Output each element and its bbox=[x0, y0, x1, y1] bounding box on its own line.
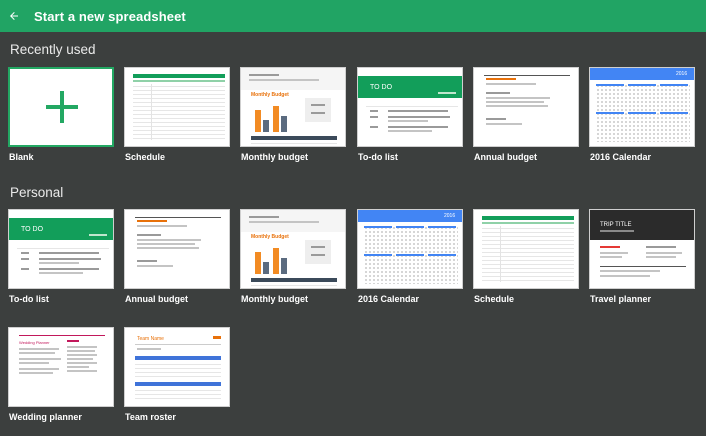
template-label: Travel planner bbox=[590, 294, 652, 304]
template-label: Wedding planner bbox=[9, 412, 82, 422]
template-schedule[interactable] bbox=[473, 209, 579, 289]
template-label: To-do list bbox=[9, 294, 49, 304]
template-label: To-do list bbox=[358, 152, 398, 162]
template-label: Monthly budget bbox=[241, 294, 308, 304]
template-2016-calendar[interactable]: 2016 bbox=[357, 209, 463, 289]
template-label: Monthly budget bbox=[241, 152, 308, 162]
template-team-roster[interactable]: Team Name bbox=[124, 327, 230, 407]
template-travel-planner[interactable]: TRIP TITLE bbox=[589, 209, 695, 289]
section-title-recent: Recently used bbox=[10, 42, 96, 57]
template-label: Blank bbox=[9, 152, 34, 162]
schedule-header-bar bbox=[133, 74, 225, 78]
back-button[interactable] bbox=[0, 0, 28, 32]
template-todo-list[interactable]: TO DO bbox=[357, 67, 463, 147]
page-title: Start a new spreadsheet bbox=[34, 8, 186, 24]
template-annual-budget[interactable] bbox=[124, 209, 230, 289]
section-title-personal: Personal bbox=[10, 185, 64, 200]
template-monthly-budget[interactable]: Monthly Budget bbox=[240, 209, 346, 289]
template-label: 2016 Calendar bbox=[358, 294, 420, 304]
template-todo-list[interactable]: TO DO bbox=[8, 209, 114, 289]
template-monthly-budget[interactable]: Monthly Budget bbox=[240, 67, 346, 147]
template-annual-budget[interactable] bbox=[473, 67, 579, 147]
template-wedding-planner[interactable]: Wedding Planner bbox=[8, 327, 114, 407]
template-2016-calendar[interactable]: 2016 bbox=[589, 67, 695, 147]
template-label: 2016 Calendar bbox=[590, 152, 652, 162]
app-header: Start a new spreadsheet bbox=[0, 0, 706, 32]
template-label: Schedule bbox=[474, 294, 515, 304]
template-label: Schedule bbox=[125, 152, 166, 162]
plus-icon bbox=[46, 91, 78, 123]
arrow-back-icon bbox=[10, 12, 18, 20]
template-schedule[interactable] bbox=[124, 67, 230, 147]
template-blank[interactable] bbox=[8, 67, 114, 147]
template-label: Team roster bbox=[125, 412, 176, 422]
template-label: Annual budget bbox=[474, 152, 537, 162]
template-label: Annual budget bbox=[125, 294, 188, 304]
